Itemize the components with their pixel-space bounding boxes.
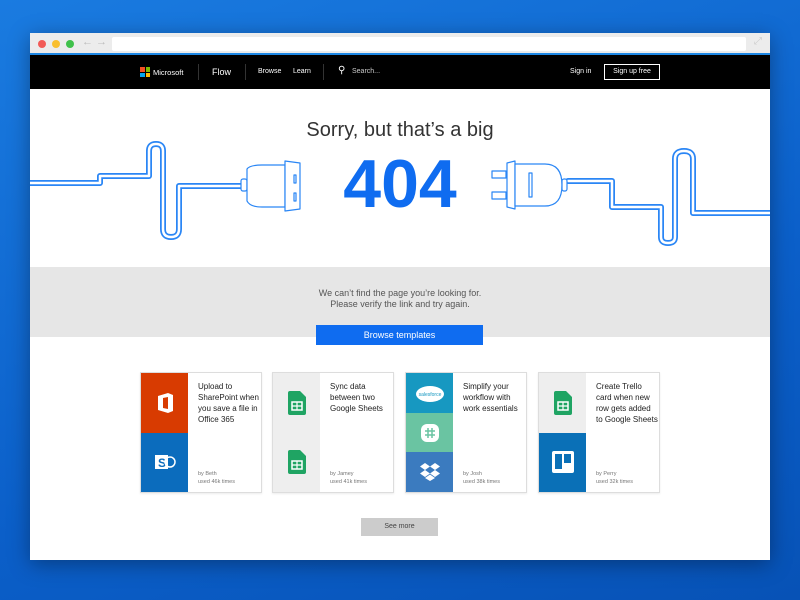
card-author: by Perry [596, 471, 617, 477]
maximize-window-button[interactable] [66, 40, 74, 48]
divider [198, 64, 199, 80]
svg-text:salesforce: salesforce [418, 392, 441, 398]
minimize-window-button[interactable] [52, 40, 60, 48]
back-forward-icon[interactable]: ← → [82, 36, 107, 48]
browser-window: ← → ⤢ Microsoft Flow Browse Learn ⚲ Sear… [30, 33, 770, 560]
trello-icon [539, 432, 586, 492]
card-title: Sync data between two Google Sheets [330, 382, 383, 413]
divider [245, 64, 246, 80]
error-heading: Sorry, but that’s a big [306, 119, 494, 141]
nav-learn[interactable]: Learn [293, 68, 311, 75]
message-line-2: Please verify the link and try again. [330, 299, 470, 309]
browse-templates-button[interactable]: Browse templates [316, 325, 483, 345]
card-usage: used 38k times [463, 479, 500, 485]
card-usage: used 46k times [198, 479, 235, 485]
google-sheets-icon [273, 433, 320, 493]
microsoft-logo-icon [140, 67, 150, 77]
salesforce-icon: salesforce [406, 373, 453, 413]
sign-up-button[interactable]: Sign up free [604, 64, 660, 80]
template-card[interactable]: S Upload to SharePoint when you save a f… [140, 372, 262, 493]
sign-in-link[interactable]: Sign in [570, 68, 591, 75]
dropbox-icon [406, 452, 453, 493]
nav-browse[interactable]: Browse [258, 68, 281, 75]
address-bar[interactable] [112, 37, 746, 51]
top-nav: Microsoft Flow Browse Learn ⚲ Search... … [30, 55, 770, 89]
hero: Sorry, but that’s a big 404 [30, 89, 770, 267]
google-sheets-icon [539, 373, 586, 433]
template-card[interactable]: Sync data between two Google Sheets by J… [272, 372, 394, 493]
card-author: by Josh [463, 471, 482, 477]
sharepoint-icon: S [141, 432, 188, 492]
message-line-1: We can’t find the page you’re looking fo… [318, 288, 482, 298]
card-usage: used 41k times [330, 479, 367, 485]
fullscreen-icon[interactable]: ⤢ [754, 36, 762, 47]
browser-titlebar: ← → ⤢ [30, 33, 770, 55]
divider [323, 64, 324, 80]
product-link[interactable]: Flow [212, 67, 231, 77]
close-window-button[interactable] [38, 40, 46, 48]
brand-link[interactable]: Microsoft [153, 68, 183, 77]
template-card[interactable]: salesforce Simplify your workflow with w… [405, 372, 527, 493]
search-icon[interactable]: ⚲ [338, 65, 345, 76]
office-365-icon [141, 373, 188, 433]
error-code: 404 [343, 146, 457, 222]
template-card[interactable]: Create Trello card when new row gets add… [538, 372, 660, 493]
card-author: by Beth [198, 471, 217, 477]
card-author: by Jamey [330, 471, 354, 477]
card-usage: used 32k times [596, 479, 633, 485]
search-input[interactable]: Search... [352, 68, 380, 75]
see-more-button[interactable]: See more [361, 518, 438, 536]
card-title: Create Trello card when new row gets add… [596, 382, 658, 424]
card-title: Upload to SharePoint when you save a fil… [198, 382, 259, 424]
google-sheets-icon [273, 373, 320, 433]
card-title: Simplify your workflow with work essenti… [463, 382, 518, 413]
slack-icon [406, 412, 453, 453]
